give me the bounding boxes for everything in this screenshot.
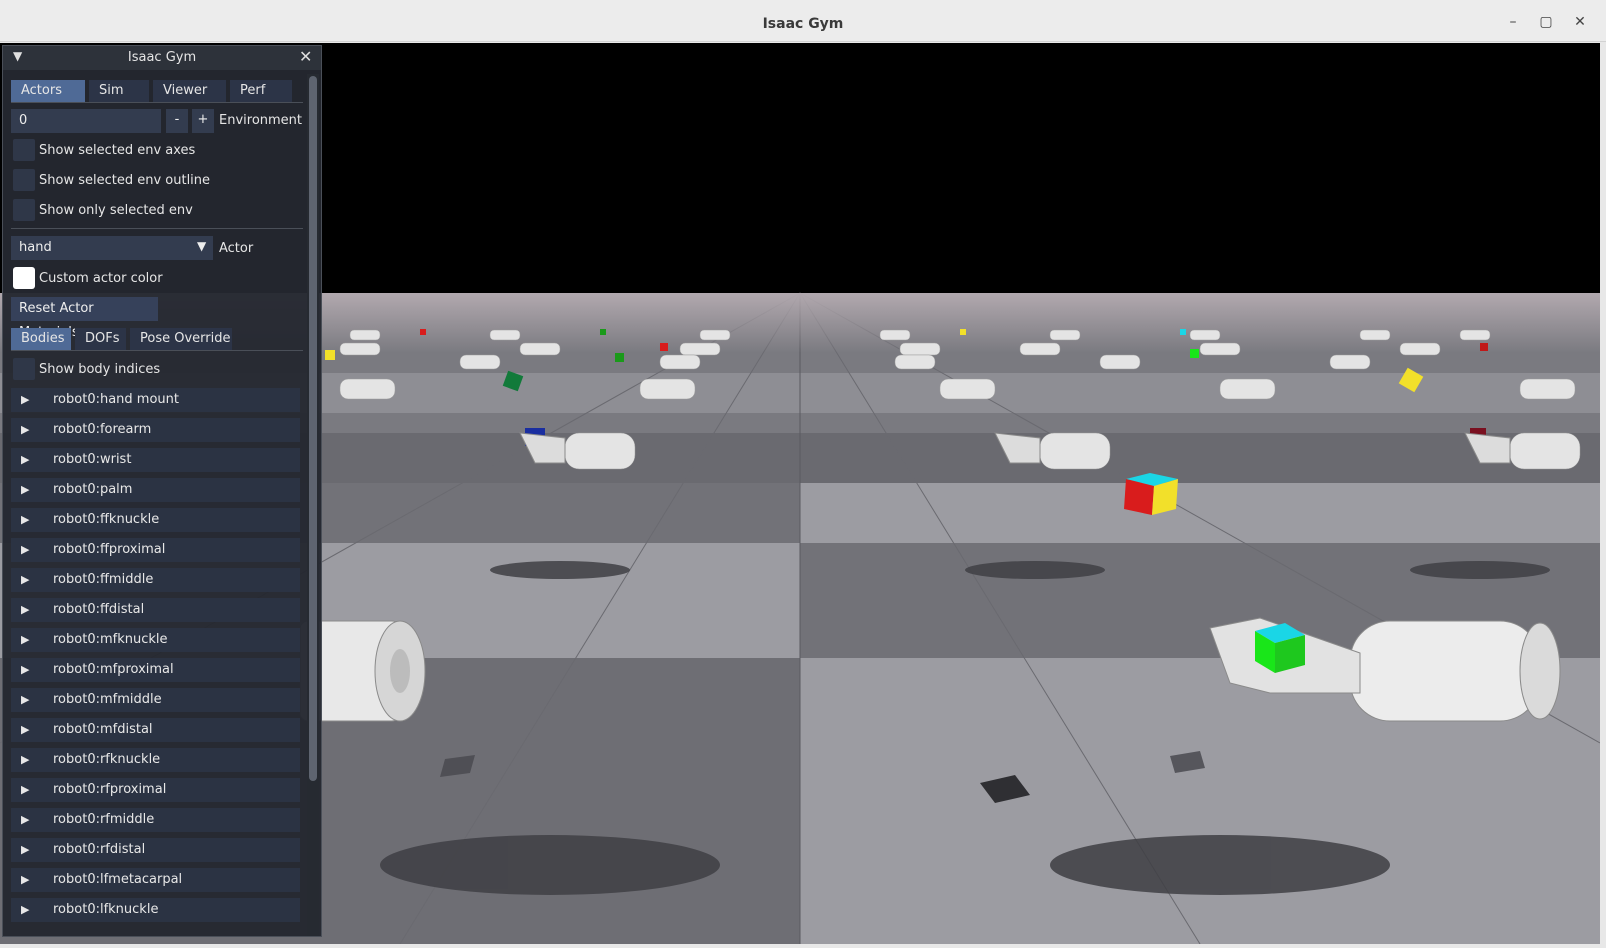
tree-item[interactable]: ▶ robot0:rfproximal: [11, 778, 300, 802]
tree-item[interactable]: ▶ robot0:ffmiddle: [11, 568, 300, 592]
panel-scrollbar-thumb[interactable]: [309, 76, 317, 781]
cube-mid: [1124, 473, 1178, 515]
expand-icon[interactable]: ▶: [21, 658, 29, 682]
panel-header: ▼ Isaac Gym ✕: [3, 46, 321, 70]
chevron-down-icon[interactable]: ▼: [197, 239, 206, 253]
panel-title: Isaac Gym: [127, 50, 197, 65]
expand-icon[interactable]: ▶: [21, 688, 29, 712]
tree-item[interactable]: ▶ robot0:mfproximal: [11, 658, 300, 682]
tree-item-label: robot0:rfdistal: [53, 842, 146, 857]
window-title: Isaac Gym: [762, 16, 844, 32]
panel-close-icon[interactable]: ✕: [299, 47, 312, 66]
tree-item-label: robot0:mfdistal: [53, 722, 153, 737]
tree-item-label: robot0:mfknuckle: [53, 632, 168, 647]
tree-item-label: robot0:ffproximal: [53, 542, 166, 557]
subtab-pose-override[interactable]: Pose Override: [130, 328, 232, 350]
expand-icon[interactable]: ▶: [21, 568, 29, 592]
minimize-icon[interactable]: –: [1505, 14, 1521, 30]
expand-icon[interactable]: ▶: [21, 718, 29, 742]
expand-icon[interactable]: ▶: [21, 538, 29, 562]
window-titlebar: Isaac Gym – ▢ ✕: [0, 0, 1606, 42]
reset-actor-materials-button[interactable]: Reset Actor Materials: [11, 297, 158, 340]
tree-item-label: robot0:rfproximal: [53, 782, 167, 797]
tree-item[interactable]: ▶ robot0:mfdistal: [11, 718, 300, 742]
actor-label: Actor: [219, 241, 254, 256]
tree-item[interactable]: ▶ robot0:mfmiddle: [11, 688, 300, 712]
show-selected-env-outline-checkbox[interactable]: [13, 169, 35, 191]
environment-index-input[interactable]: 0: [11, 109, 161, 133]
show-selected-env-axes-label: Show selected env axes: [39, 143, 196, 158]
tree-item[interactable]: ▶ robot0:rfknuckle: [11, 748, 300, 772]
expand-icon[interactable]: ▶: [21, 418, 29, 442]
show-selected-env-outline-label: Show selected env outline: [39, 173, 211, 188]
tree-item-label: robot0:mfproximal: [53, 662, 174, 677]
tree-item-label: robot0:lfknuckle: [53, 902, 159, 917]
show-body-indices-checkbox[interactable]: [13, 358, 35, 380]
tree-item[interactable]: ▶ robot0:ffknuckle: [11, 508, 300, 532]
tree-item[interactable]: ▶ robot0:rfdistal: [11, 838, 300, 862]
tree-item[interactable]: ▶ robot0:lfmetacarpal: [11, 868, 300, 892]
actor-select[interactable]: hand: [11, 236, 213, 260]
tree-item[interactable]: ▶ robot0:lfknuckle: [11, 898, 300, 922]
maximize-icon[interactable]: ▢: [1538, 14, 1554, 30]
expand-icon[interactable]: ▶: [21, 778, 29, 802]
tree-item-label: robot0:rfknuckle: [53, 752, 161, 767]
tree-item[interactable]: ▶ robot0:forearm: [11, 418, 300, 442]
tree-item[interactable]: ▶ robot0:ffdistal: [11, 598, 300, 622]
tree-item[interactable]: ▶ robot0:palm: [11, 478, 300, 502]
subtab-dofs[interactable]: DOFs: [75, 328, 126, 350]
tree-item-label: robot0:rfmiddle: [53, 812, 155, 827]
show-selected-env-axes-checkbox[interactable]: [13, 139, 35, 161]
expand-icon[interactable]: ▶: [21, 628, 29, 652]
tree-item[interactable]: ▶ robot0:wrist: [11, 448, 300, 472]
expand-icon[interactable]: ▶: [21, 598, 29, 622]
custom-actor-color-swatch[interactable]: [13, 267, 35, 289]
tree-item-label: robot0:mfmiddle: [53, 692, 162, 707]
expand-icon[interactable]: ▶: [21, 508, 29, 532]
environment-increment-button[interactable]: +: [192, 109, 214, 133]
expand-icon[interactable]: ▶: [21, 808, 29, 832]
tree-item-label: robot0:ffdistal: [53, 602, 145, 617]
tree-item[interactable]: ▶ robot0:hand mount: [11, 388, 300, 412]
tree-item-label: robot0:ffmiddle: [53, 572, 154, 587]
separator: [11, 228, 303, 229]
subtab-bodies[interactable]: Bodies: [11, 328, 71, 350]
tab-actors[interactable]: Actors: [11, 80, 85, 102]
tree-item-label: robot0:lfmetacarpal: [53, 872, 183, 887]
show-only-selected-env-label: Show only selected env: [39, 203, 193, 218]
expand-icon[interactable]: ▶: [21, 898, 29, 922]
show-only-selected-env-checkbox[interactable]: [13, 199, 35, 221]
tree-item-label: robot0:ffknuckle: [53, 512, 160, 527]
close-icon[interactable]: ✕: [1572, 14, 1588, 30]
expand-icon[interactable]: ▶: [21, 748, 29, 772]
tree-item-label: robot0:hand mount: [53, 392, 179, 407]
isaac-gym-panel: ▼ Isaac Gym ✕ Actors Sim Viewer Perf 0 -…: [2, 45, 322, 937]
tree-item[interactable]: ▶ robot0:ffproximal: [11, 538, 300, 562]
tree-item-label: robot0:palm: [53, 482, 133, 497]
tab-perf[interactable]: Perf: [230, 80, 292, 102]
show-body-indices-label: Show body indices: [39, 362, 161, 377]
expand-icon[interactable]: ▶: [21, 448, 29, 472]
tree-item[interactable]: ▶ robot0:rfmiddle: [11, 808, 300, 832]
tree-item-label: robot0:wrist: [53, 452, 132, 467]
environment-decrement-button[interactable]: -: [166, 109, 188, 133]
subtab-underline: [11, 350, 303, 351]
tree-item[interactable]: ▶ robot0:mfknuckle: [11, 628, 300, 652]
tab-viewer[interactable]: Viewer: [153, 80, 226, 102]
tab-sim[interactable]: Sim: [89, 80, 149, 102]
expand-icon[interactable]: ▶: [21, 868, 29, 892]
environment-label: Environment: [219, 113, 303, 128]
expand-icon[interactable]: ▶: [21, 478, 29, 502]
expand-icon[interactable]: ▶: [21, 388, 29, 412]
expand-icon[interactable]: ▶: [21, 838, 29, 862]
tree-item-label: robot0:forearm: [53, 422, 152, 437]
custom-actor-color-label: Custom actor color: [39, 271, 163, 286]
tab-underline: [11, 102, 303, 103]
